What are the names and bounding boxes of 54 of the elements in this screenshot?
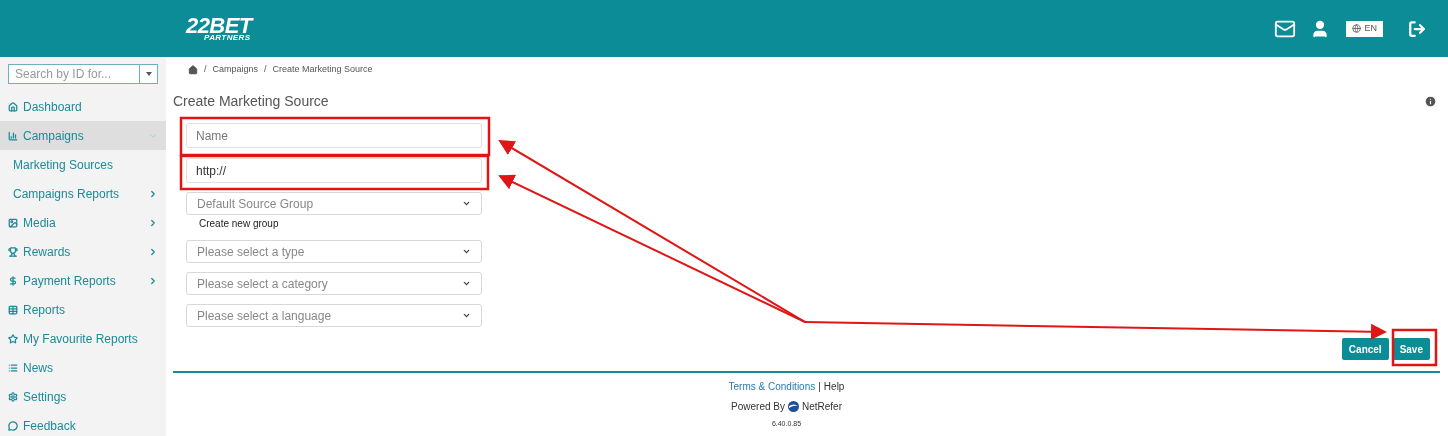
star-icon [8, 333, 18, 344]
breadcrumb-item[interactable]: Campaigns [212, 63, 259, 77]
sidebar-item[interactable]: Media [0, 208, 166, 237]
home-icon[interactable] [188, 65, 198, 75]
sidebar-item[interactable]: News [0, 353, 166, 382]
terms-link[interactable]: Terms & Conditions [728, 379, 816, 394]
sidebar-item[interactable]: Payment Reports [0, 266, 166, 295]
info-icon[interactable] [1424, 94, 1437, 108]
chevron-down-icon [462, 279, 471, 288]
speech-bubble-icon [8, 420, 18, 431]
breadcrumb-item: Create Marketing Source [272, 63, 373, 77]
search-field[interactable]: Search by ID for... [8, 64, 158, 84]
globe-icon [1352, 24, 1362, 33]
logout-icon[interactable] [1408, 19, 1426, 38]
highlight-frame [1391, 328, 1438, 367]
breadcrumb-separator: / [264, 63, 267, 77]
language-button[interactable]: EN [1346, 20, 1383, 37]
cancel-button[interactable]: Cancel [1341, 338, 1389, 360]
chevron-down-icon [462, 311, 471, 320]
sidebar-item[interactable]: Dashboard [0, 92, 166, 121]
sidebar-item[interactable]: Marketing Sources [0, 150, 166, 179]
sidebar-item[interactable]: Reports [0, 295, 166, 324]
powered-by-text: Powered By [731, 400, 785, 414]
select-field[interactable]: Please select a type [186, 240, 482, 263]
list-icon [8, 362, 18, 373]
sidebar-item[interactable]: My Favourite Reports [0, 324, 166, 353]
bar-chart-icon [8, 130, 18, 141]
brand-text: NetRefer [801, 400, 842, 414]
text-field[interactable]: Name [186, 123, 482, 148]
sidebar-item[interactable]: Rewards [0, 237, 166, 266]
home-icon [8, 101, 18, 112]
select-field[interactable]: Default Source Group [186, 192, 482, 215]
select-field[interactable]: Please select a category [186, 272, 482, 295]
page-title: Create Marketing Source [173, 91, 329, 111]
select-field[interactable]: Please select a language [186, 304, 482, 327]
text-field[interactable]: http:// [186, 158, 482, 183]
sidebar-item[interactable]: Feedback [0, 411, 166, 436]
table-icon [8, 304, 18, 315]
dropdown-caret-icon[interactable] [145, 72, 152, 76]
breadcrumb-separator: / [204, 63, 207, 77]
dollar-icon [8, 275, 18, 286]
save-button[interactable]: Save [1392, 338, 1430, 360]
create-group-link[interactable]: Create new group [199, 216, 495, 231]
sidebar-item[interactable]: Campaigns [0, 121, 166, 150]
settings-icon [8, 391, 18, 402]
footer-separator: | [818, 380, 821, 394]
chevron-down-icon [462, 247, 471, 256]
globe-logo-icon [787, 401, 799, 412]
help-link[interactable]: Help [823, 379, 845, 394]
image-icon [8, 217, 18, 228]
trophy-icon [8, 246, 18, 257]
chevron-down-icon [462, 199, 471, 208]
sidebar-item[interactable]: Campaigns Reports [0, 179, 166, 208]
sidebar-item[interactable]: Settings [0, 382, 166, 411]
